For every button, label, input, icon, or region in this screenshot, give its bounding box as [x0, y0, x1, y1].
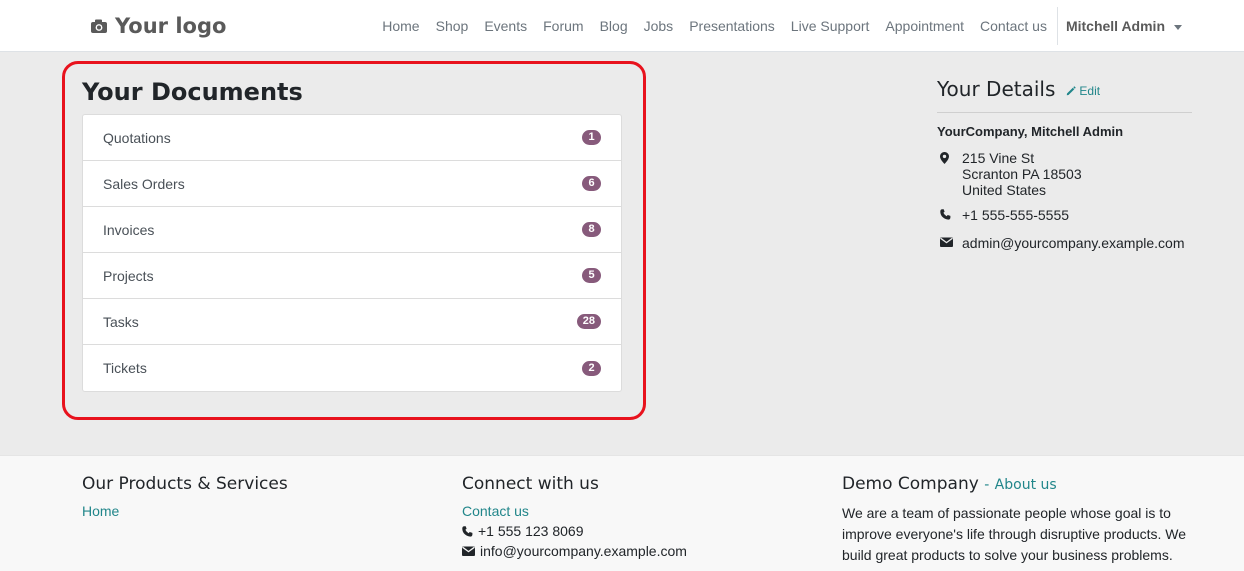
details-title: Your Details	[937, 77, 1056, 101]
company-name: YourCompany, Mitchell Admin	[937, 124, 1124, 139]
document-label: Tickets	[103, 360, 147, 376]
phone-row: +1 555-555-5555	[937, 207, 1069, 223]
document-label: Invoices	[103, 221, 155, 238]
nav-presentations[interactable]: Presentations	[681, 18, 783, 34]
address-row: 215 Vine St Scranton PA 18503 United Sta…	[937, 150, 1082, 198]
document-count-badge: 1	[582, 130, 601, 145]
footer-home-link[interactable]: Home	[82, 503, 288, 519]
envelope-icon	[937, 235, 962, 251]
nav-appointment[interactable]: Appointment	[877, 18, 972, 34]
document-count-badge: 2	[582, 360, 601, 376]
nav-events[interactable]: Events	[476, 18, 535, 34]
edit-label: Edit	[1079, 84, 1101, 98]
footer: Our Products & Services Home Connect wit…	[0, 455, 1244, 571]
nav-shop[interactable]: Shop	[428, 18, 477, 34]
map-marker-icon	[937, 150, 962, 198]
document-count-badge: 5	[582, 268, 601, 283]
logo-text: Your logo	[115, 14, 227, 38]
nav-home[interactable]: Home	[374, 18, 427, 34]
phone-icon	[937, 207, 962, 223]
nav-contact-us[interactable]: Contact us	[972, 18, 1055, 34]
footer-connect-column: Connect with us Contact us +1 555 123 80…	[462, 474, 687, 559]
user-menu-dropdown[interactable]: Mitchell Admin	[1058, 18, 1244, 34]
email-row: admin@yourcompany.example.com	[937, 235, 1185, 251]
nav-jobs[interactable]: Jobs	[636, 18, 682, 34]
document-label: Sales Orders	[103, 175, 185, 192]
about-us-link[interactable]: About us	[995, 477, 1057, 493]
documents-list: Quotations 1 Sales Orders 6 Invoices 8 P…	[82, 114, 622, 392]
address-line-street: 215 Vine St	[962, 150, 1035, 166]
address-line-city: Scranton PA 18503	[962, 166, 1082, 182]
document-count-badge: 8	[582, 222, 601, 237]
main-menu: Home Shop Events Forum Blog Jobs Present…	[374, 0, 1244, 52]
phone-number: +1 555-555-5555	[962, 207, 1070, 223]
footer-email: info@yourcompany.example.com	[480, 543, 687, 559]
envelope-icon	[462, 546, 475, 556]
document-count-badge: 6	[582, 176, 601, 191]
site-logo[interactable]: Your logo	[90, 12, 226, 40]
footer-company-column: Demo Company - About us We are a team of…	[842, 474, 1202, 566]
company-description: We are a team of passionate people whose…	[842, 505, 1187, 563]
document-item-tickets[interactable]: Tickets 2	[83, 345, 621, 391]
user-name: Mitchell Admin	[1065, 18, 1165, 34]
footer-email-line: info@yourcompany.example.com	[462, 543, 687, 559]
documents-title: Your Documents	[82, 78, 303, 106]
top-navbar: Your logo Home Shop Events Forum Blog Jo…	[0, 0, 1244, 52]
document-label: Quotations	[103, 129, 171, 146]
nav-forum[interactable]: Forum	[535, 18, 591, 34]
footer-products-title: Our Products & Services	[82, 474, 288, 494]
details-header: Your Details Edit	[937, 77, 1192, 113]
edit-details-link[interactable]: Edit	[1066, 84, 1100, 98]
footer-products-column: Our Products & Services Home	[82, 474, 288, 519]
address-line-country: United States	[962, 182, 1047, 198]
document-item-quotations[interactable]: Quotations 1	[83, 115, 621, 161]
document-item-invoices[interactable]: Invoices 8	[83, 207, 621, 253]
document-item-sales-orders[interactable]: Sales Orders 6	[83, 161, 621, 207]
footer-connect-title: Connect with us	[462, 474, 599, 494]
caret-down-icon	[1174, 24, 1182, 30]
footer-contact-link[interactable]: Contact us	[462, 503, 687, 519]
company-title-text: Demo Company	[842, 474, 979, 494]
address-lines: 215 Vine St Scranton PA 18503 United Sta…	[962, 150, 1082, 198]
nav-live-support[interactable]: Live Support	[783, 18, 878, 34]
phone-icon	[462, 525, 473, 537]
nav-blog[interactable]: Blog	[592, 18, 636, 34]
pencil-icon	[1067, 86, 1077, 96]
document-count-badge: 28	[576, 314, 601, 329]
footer-company-title: Demo Company - About us	[842, 474, 1202, 494]
document-label: Projects	[103, 267, 154, 284]
document-label: Tasks	[103, 313, 139, 330]
title-separator: -	[984, 477, 990, 493]
camera-icon	[91, 19, 107, 33]
document-item-tasks[interactable]: Tasks 28	[83, 299, 621, 345]
email-address: admin@yourcompany.example.com	[962, 235, 1185, 251]
details-panel: Your Details Edit YourCompany, Mitchell …	[937, 77, 1192, 251]
document-item-projects[interactable]: Projects 5	[83, 253, 621, 299]
footer-phone: +1 555 123 8069	[478, 523, 584, 539]
footer-phone-line: +1 555 123 8069	[462, 523, 687, 539]
